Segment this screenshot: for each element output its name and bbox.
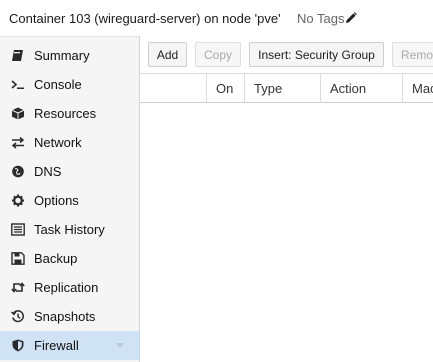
sidebar-item-label: DNS [34,164,62,179]
sidebar-item-label: Snapshots [34,309,96,324]
sidebar-item-snapshots[interactable]: Snapshots [0,302,139,331]
pencil-icon[interactable] [345,12,357,24]
terminal-icon [11,78,25,91]
floppy-icon [11,252,25,265]
sidebar-item-label: Options [34,193,79,208]
gear-icon [11,194,25,207]
sidebar-item-label: Network [34,135,82,150]
column-header-type[interactable]: Type [244,74,320,103]
sidebar-item-label: Firewall [34,338,79,353]
chevron-down-icon[interactable] [116,343,124,348]
sidebar-item-label: Summary [34,48,90,63]
book-icon [11,49,25,62]
sidebar-item-dns[interactable]: DNS [0,157,139,186]
sidebar-item-firewall[interactable]: Firewall [0,331,139,360]
page-header: Container 103 (wireguard-server) on node… [0,0,433,36]
grid-header: On Type Action Mac [140,74,433,103]
shield-icon [11,339,25,352]
sidebar-item-label: Task History [34,222,105,237]
sidebar-item-summary[interactable]: Summary [0,41,139,70]
firewall-toolbar: Add Copy Insert: Security Group Remo [140,36,433,74]
column-header-action[interactable]: Action [320,74,402,103]
sidebar-item-label: Console [34,77,82,92]
globe-icon [11,165,25,178]
column-header-drag[interactable] [140,74,205,103]
retweet-icon [11,281,25,294]
column-header-macro[interactable]: Mac [402,74,433,103]
sidebar-item-label: Resources [34,106,97,121]
exchange-icon [11,136,25,149]
sidebar: Summary Console Resources Network DNS Op… [0,36,139,362]
sidebar-item-replication[interactable]: Replication [0,273,139,302]
remove-button[interactable]: Remo [392,42,433,67]
tags-label[interactable]: No Tags [297,11,344,26]
sidebar-item-options[interactable]: Options [0,186,139,215]
app-window: Container 103 (wireguard-server) on node… [0,0,433,362]
insert-security-group-button[interactable]: Insert: Security Group [249,42,384,67]
sidebar-item-resources[interactable]: Resources [0,99,139,128]
sidebar-item-network[interactable]: Network [0,128,139,157]
rules-grid-body [140,103,433,362]
add-button[interactable]: Add [148,42,187,67]
sidebar-item-label: Backup [34,251,78,266]
page-title: Container 103 (wireguard-server) on node… [9,11,281,26]
sidebar-item-label: Replication [34,280,99,295]
column-header-on[interactable]: On [206,74,244,103]
sidebar-item-backup[interactable]: Backup [0,244,139,273]
copy-button[interactable]: Copy [195,42,241,67]
list-icon [11,223,25,236]
cube-icon [11,107,25,120]
sidebar-item-console[interactable]: Console [0,70,139,99]
history-icon [11,310,25,323]
sidebar-item-task-history[interactable]: Task History [0,215,139,244]
